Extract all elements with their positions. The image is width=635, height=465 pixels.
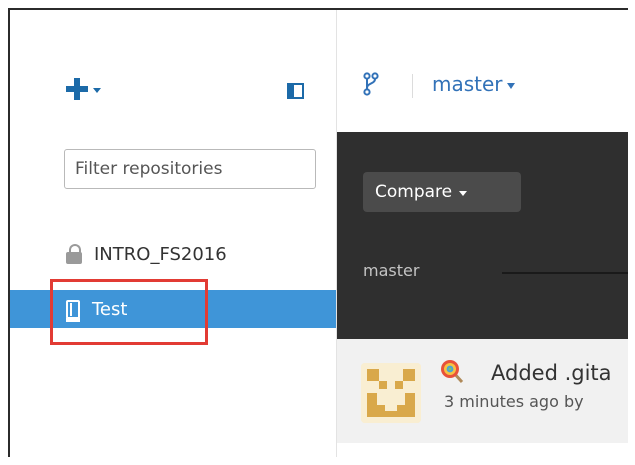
repo-name: INTRO_FS2016	[94, 243, 227, 265]
timeline-branch-label: master	[363, 261, 420, 280]
commit-list: Added .gita 3 minutes ago by	[337, 339, 628, 457]
compare-button[interactable]: Compare	[363, 172, 521, 212]
sidebar-toggle-icon[interactable]	[287, 83, 304, 99]
chevron-down-icon	[506, 82, 515, 89]
timeline-line	[502, 272, 628, 274]
filter-repositories-input[interactable]	[64, 149, 316, 189]
book-icon	[66, 299, 80, 322]
main-panel: master Compare master Added .gita 3 minu…	[337, 10, 628, 457]
sidebar: INTRO_FS2016 Test	[10, 10, 337, 457]
branch-name: master	[432, 72, 503, 96]
branch-toolbar: master	[337, 10, 628, 132]
app-window: INTRO_FS2016 Test master Compare	[8, 8, 628, 457]
git-branch-icon	[363, 72, 379, 96]
commit-meta: 3 minutes ago by	[444, 392, 584, 411]
toolbar-divider	[412, 74, 413, 98]
commit-message: Added .gita	[491, 361, 612, 385]
compare-button-label: Compare	[375, 182, 453, 202]
chevron-down-icon	[93, 87, 101, 93]
compare-panel: Compare master	[337, 132, 628, 339]
repo-item-test[interactable]: Test	[10, 290, 336, 328]
repo-name: Test	[92, 298, 128, 320]
avatar	[361, 363, 421, 423]
lock-icon	[66, 244, 82, 264]
repo-item-intro-fs2016[interactable]: INTRO_FS2016	[10, 234, 336, 274]
plus-icon	[66, 78, 88, 100]
chevron-down-icon	[459, 190, 468, 196]
lollipop-icon	[441, 360, 464, 383]
branch-selector[interactable]: master	[432, 72, 515, 96]
commit-item[interactable]: Added .gita 3 minutes ago by	[337, 339, 628, 443]
add-repository-button[interactable]	[66, 76, 101, 102]
